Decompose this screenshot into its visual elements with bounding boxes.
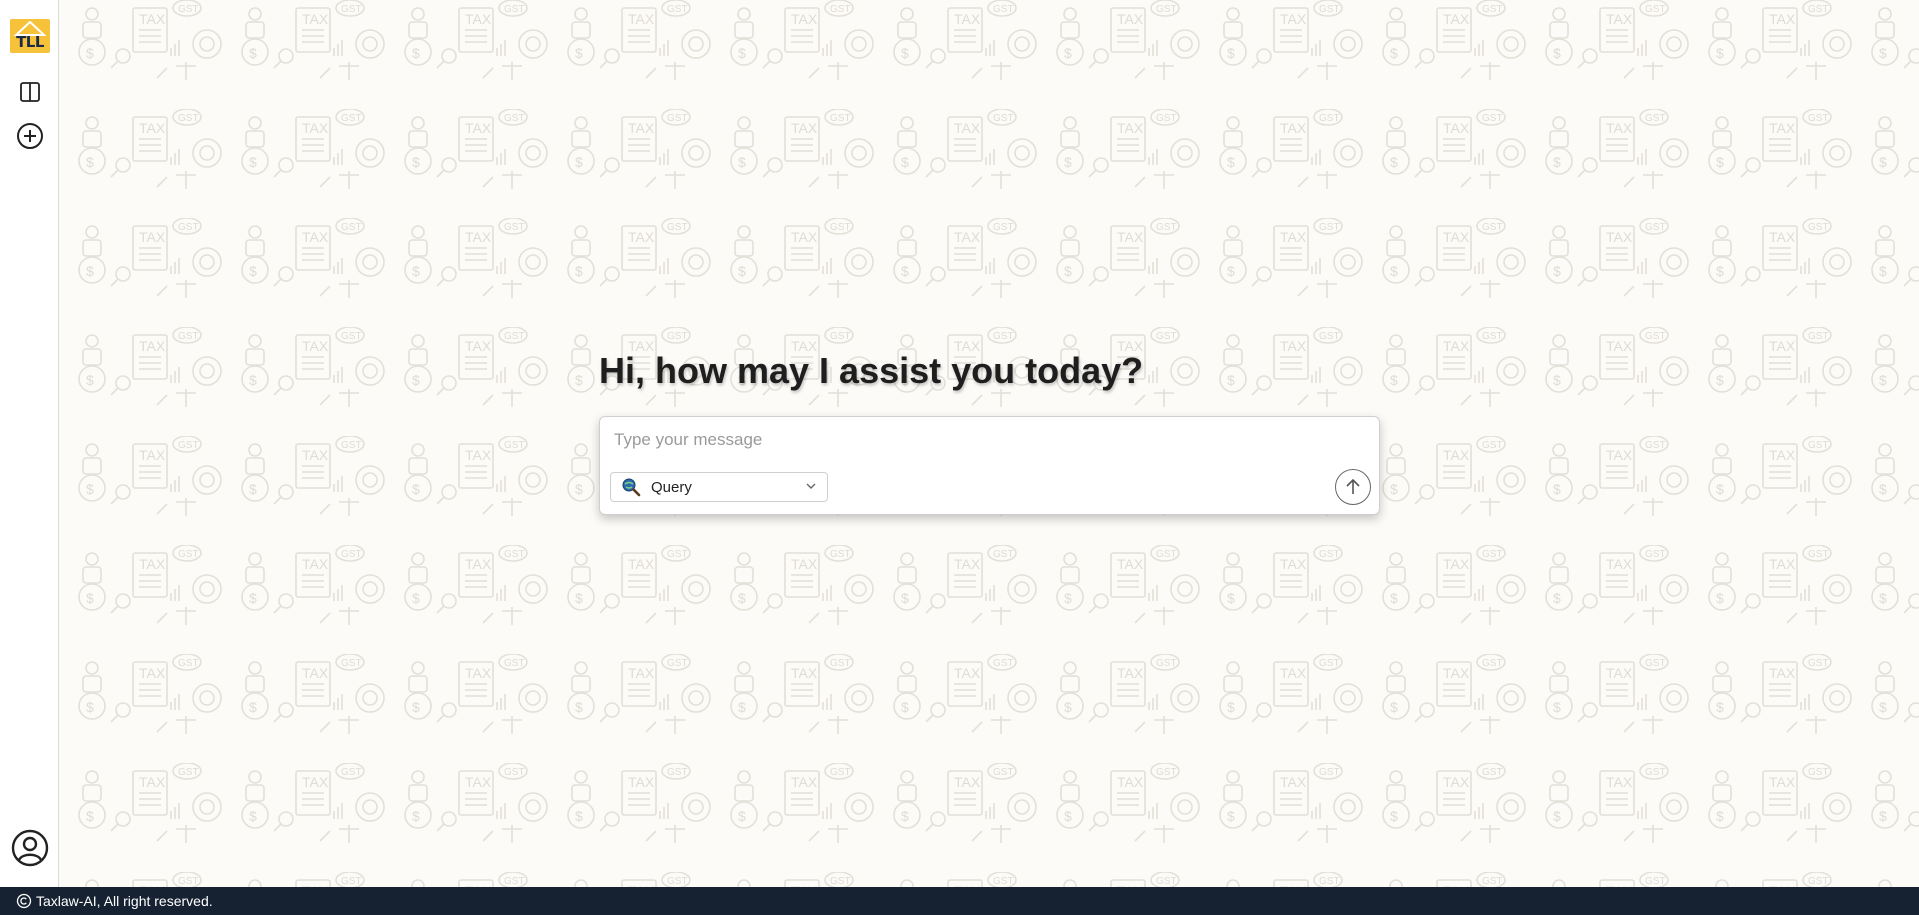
- toggle-sidebar-button[interactable]: [15, 77, 45, 107]
- arrow-up-icon: [1346, 478, 1360, 494]
- chat-input-box: Query: [599, 416, 1380, 515]
- send-button[interactable]: [1335, 469, 1371, 505]
- new-chat-button[interactable]: [15, 121, 45, 151]
- greeting-heading: Hi, how may I assist you today?: [599, 350, 1144, 391]
- message-input[interactable]: [612, 427, 1356, 453]
- mode-select[interactable]: Query: [610, 472, 828, 502]
- logo-text: TLL: [16, 33, 44, 51]
- app-logo[interactable]: TLL: [10, 19, 50, 53]
- panel-toggle-icon: [20, 82, 40, 102]
- magnifier-globe-icon: [622, 478, 641, 497]
- profile-button[interactable]: [11, 829, 49, 867]
- copyright-icon: [16, 893, 32, 909]
- mode-selected-label: Query: [651, 479, 692, 496]
- plus-circle-icon: [17, 123, 43, 149]
- sidebar: TLL: [0, 0, 59, 887]
- app-root: $ TAX GST TLL: [0, 0, 1919, 915]
- user-circle-icon: [11, 829, 49, 867]
- footer-text: Taxlaw-AI, All right reserved.: [36, 893, 213, 909]
- footer: Taxlaw-AI, All right reserved.: [0, 887, 1919, 915]
- chevron-down-icon: [806, 483, 816, 489]
